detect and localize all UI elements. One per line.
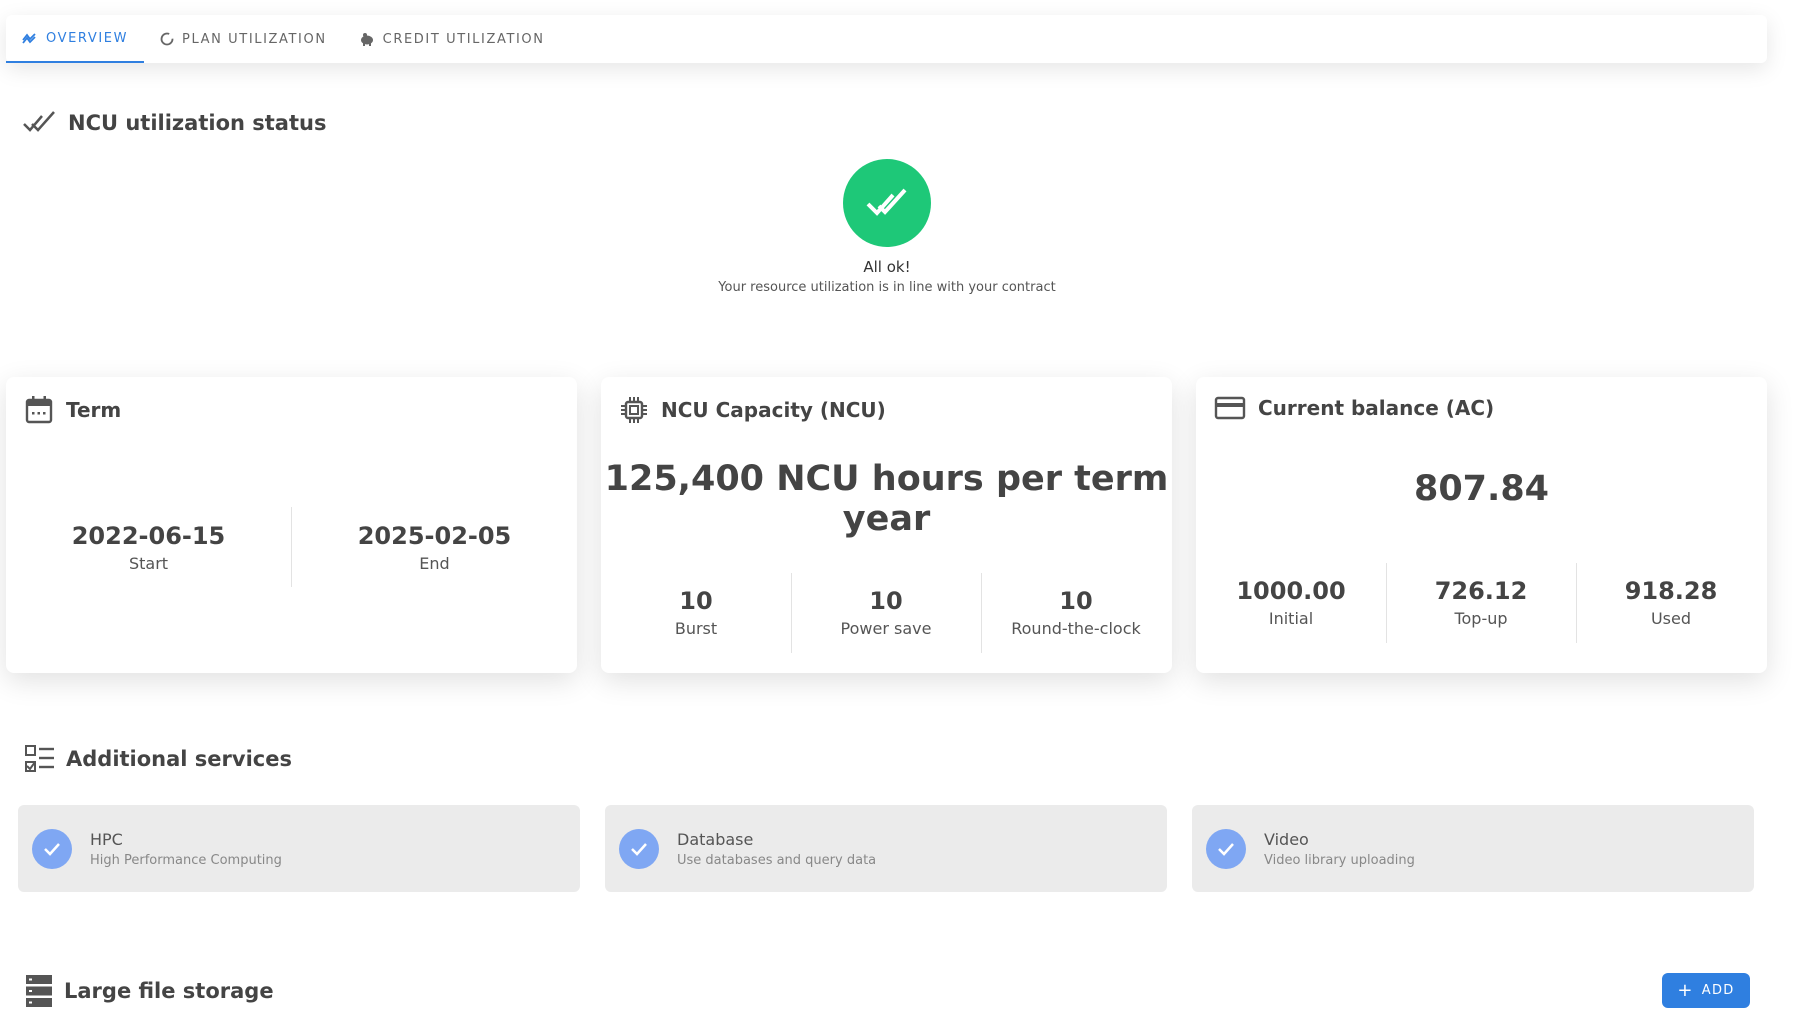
balance-used-label: Used (1650, 609, 1692, 628)
balance-used-value: 918.28 (1624, 577, 1718, 605)
tab-credit-utilization-label: CREDIT UTILIZATION (382, 31, 545, 47)
check-circle-icon (619, 828, 659, 869)
balance-card-header: Current balance (AC) (1214, 395, 1494, 421)
term-end-value: 2025-02-05 (357, 522, 512, 550)
capacity-burst-value: 10 (679, 587, 713, 615)
balance-initial-value: 1000.00 (1236, 577, 1346, 605)
capacity-power-save-value: 10 (869, 587, 903, 615)
balance-total: 807.84 (1413, 469, 1550, 509)
status-ok-badge (843, 159, 931, 247)
capacity-card-header: NCU Capacity (NCU) (619, 395, 886, 425)
tab-bar: OVERVIEW PLAN UTILIZATION CREDIT UTILIZA… (6, 15, 1767, 63)
capacity-headline-line1: 125,400 NCU hours per term (604, 459, 1169, 499)
term-start: 2022-06-15 Start (6, 522, 291, 573)
tab-overview-label: OVERVIEW (46, 30, 129, 46)
status-subtitle: Your resource utilization is in line wit… (718, 280, 1056, 295)
term-end: 2025-02-05 End (292, 522, 577, 573)
tab-plan-utilization-label: PLAN UTILIZATION (182, 31, 327, 47)
services-section-label: Additional services (66, 747, 292, 771)
add-storage-button[interactable]: + ADD (1662, 973, 1750, 1008)
capacity-power-save: 10 Power save (791, 587, 981, 638)
storage-section-title: Large file storage (24, 974, 274, 1008)
capacity-headline: 125,400 NCU hours per term year (601, 459, 1172, 539)
double-check-icon (23, 111, 55, 132)
service-video-title: Video (1264, 829, 1309, 849)
service-hpc[interactable]: HPC High Performance Computing (18, 805, 580, 892)
balance-topup-value: 726.12 (1434, 577, 1528, 605)
status-section-label: NCU utilization status (68, 111, 327, 135)
double-check-icon (866, 188, 907, 216)
balance-topup: 726.12 Top-up (1386, 577, 1576, 628)
term-card-header: Term (24, 395, 121, 425)
capacity-burst-label: Burst (674, 619, 718, 638)
capacity-power-save-label: Power save (840, 619, 932, 638)
balance-initial-label: Initial (1268, 609, 1314, 628)
tab-overview[interactable]: OVERVIEW (6, 15, 145, 63)
capacity-headline-line2: year (842, 499, 931, 539)
balance-card-title: Current balance (AC) (1258, 396, 1495, 420)
services-section-title: Additional services (24, 744, 292, 774)
term-card-title: Term (66, 398, 122, 422)
capacity-card: NCU Capacity (NCU) 125,400 NCU hours per… (601, 377, 1172, 673)
piggy-bank-icon (360, 33, 373, 46)
service-video[interactable]: Video Video library uploading (1192, 805, 1754, 892)
check-circle-icon (32, 828, 72, 869)
trend-icon (22, 33, 36, 44)
capacity-round-the-clock-value: 10 (1059, 587, 1093, 615)
service-database-title: Database (677, 829, 754, 849)
service-database-subtitle: Use databases and query data (677, 852, 877, 868)
term-start-label: Start (128, 554, 169, 573)
service-hpc-subtitle: High Performance Computing (90, 852, 282, 868)
chip-icon (621, 397, 647, 423)
credit-card-icon (1214, 396, 1246, 420)
service-video-subtitle: Video library uploading (1264, 852, 1415, 868)
balance-initial: 1000.00 Initial (1196, 577, 1386, 628)
checklist-icon (25, 745, 54, 772)
term-start-value: 2022-06-15 (71, 522, 226, 550)
capacity-round-the-clock-label: Round-the-clock (1011, 619, 1141, 638)
storage-section-label: Large file storage (64, 979, 274, 1003)
tab-credit-utilization[interactable]: CREDIT UTILIZATION (343, 15, 561, 63)
check-circle-icon (1206, 828, 1246, 869)
storage-icon (26, 975, 52, 1007)
calendar-icon (25, 396, 53, 424)
balance-topup-label: Top-up (1454, 609, 1508, 628)
balance-card: Current balance (AC) 807.84 1000.00 Init… (1196, 377, 1767, 673)
tab-plan-utilization[interactable]: PLAN UTILIZATION (144, 15, 343, 63)
term-end-label: End (419, 554, 450, 573)
term-card: Term 2022-06-15 Start 2025-02-05 End (6, 377, 577, 673)
service-hpc-title: HPC (90, 829, 123, 849)
capacity-card-title: NCU Capacity (NCU) (661, 398, 886, 422)
circle-progress-icon (160, 32, 174, 46)
service-database[interactable]: Database Use databases and query data (605, 805, 1167, 892)
add-button-label: ADD (1701, 983, 1735, 998)
plus-icon: + (1677, 979, 1694, 1001)
capacity-round-the-clock: 10 Round-the-clock (981, 587, 1171, 638)
status-section-title: NCU utilization status (22, 110, 326, 136)
balance-used: 918.28 Used (1576, 577, 1766, 628)
status-title: All ok! (863, 258, 911, 276)
capacity-burst: 10 Burst (601, 587, 791, 638)
